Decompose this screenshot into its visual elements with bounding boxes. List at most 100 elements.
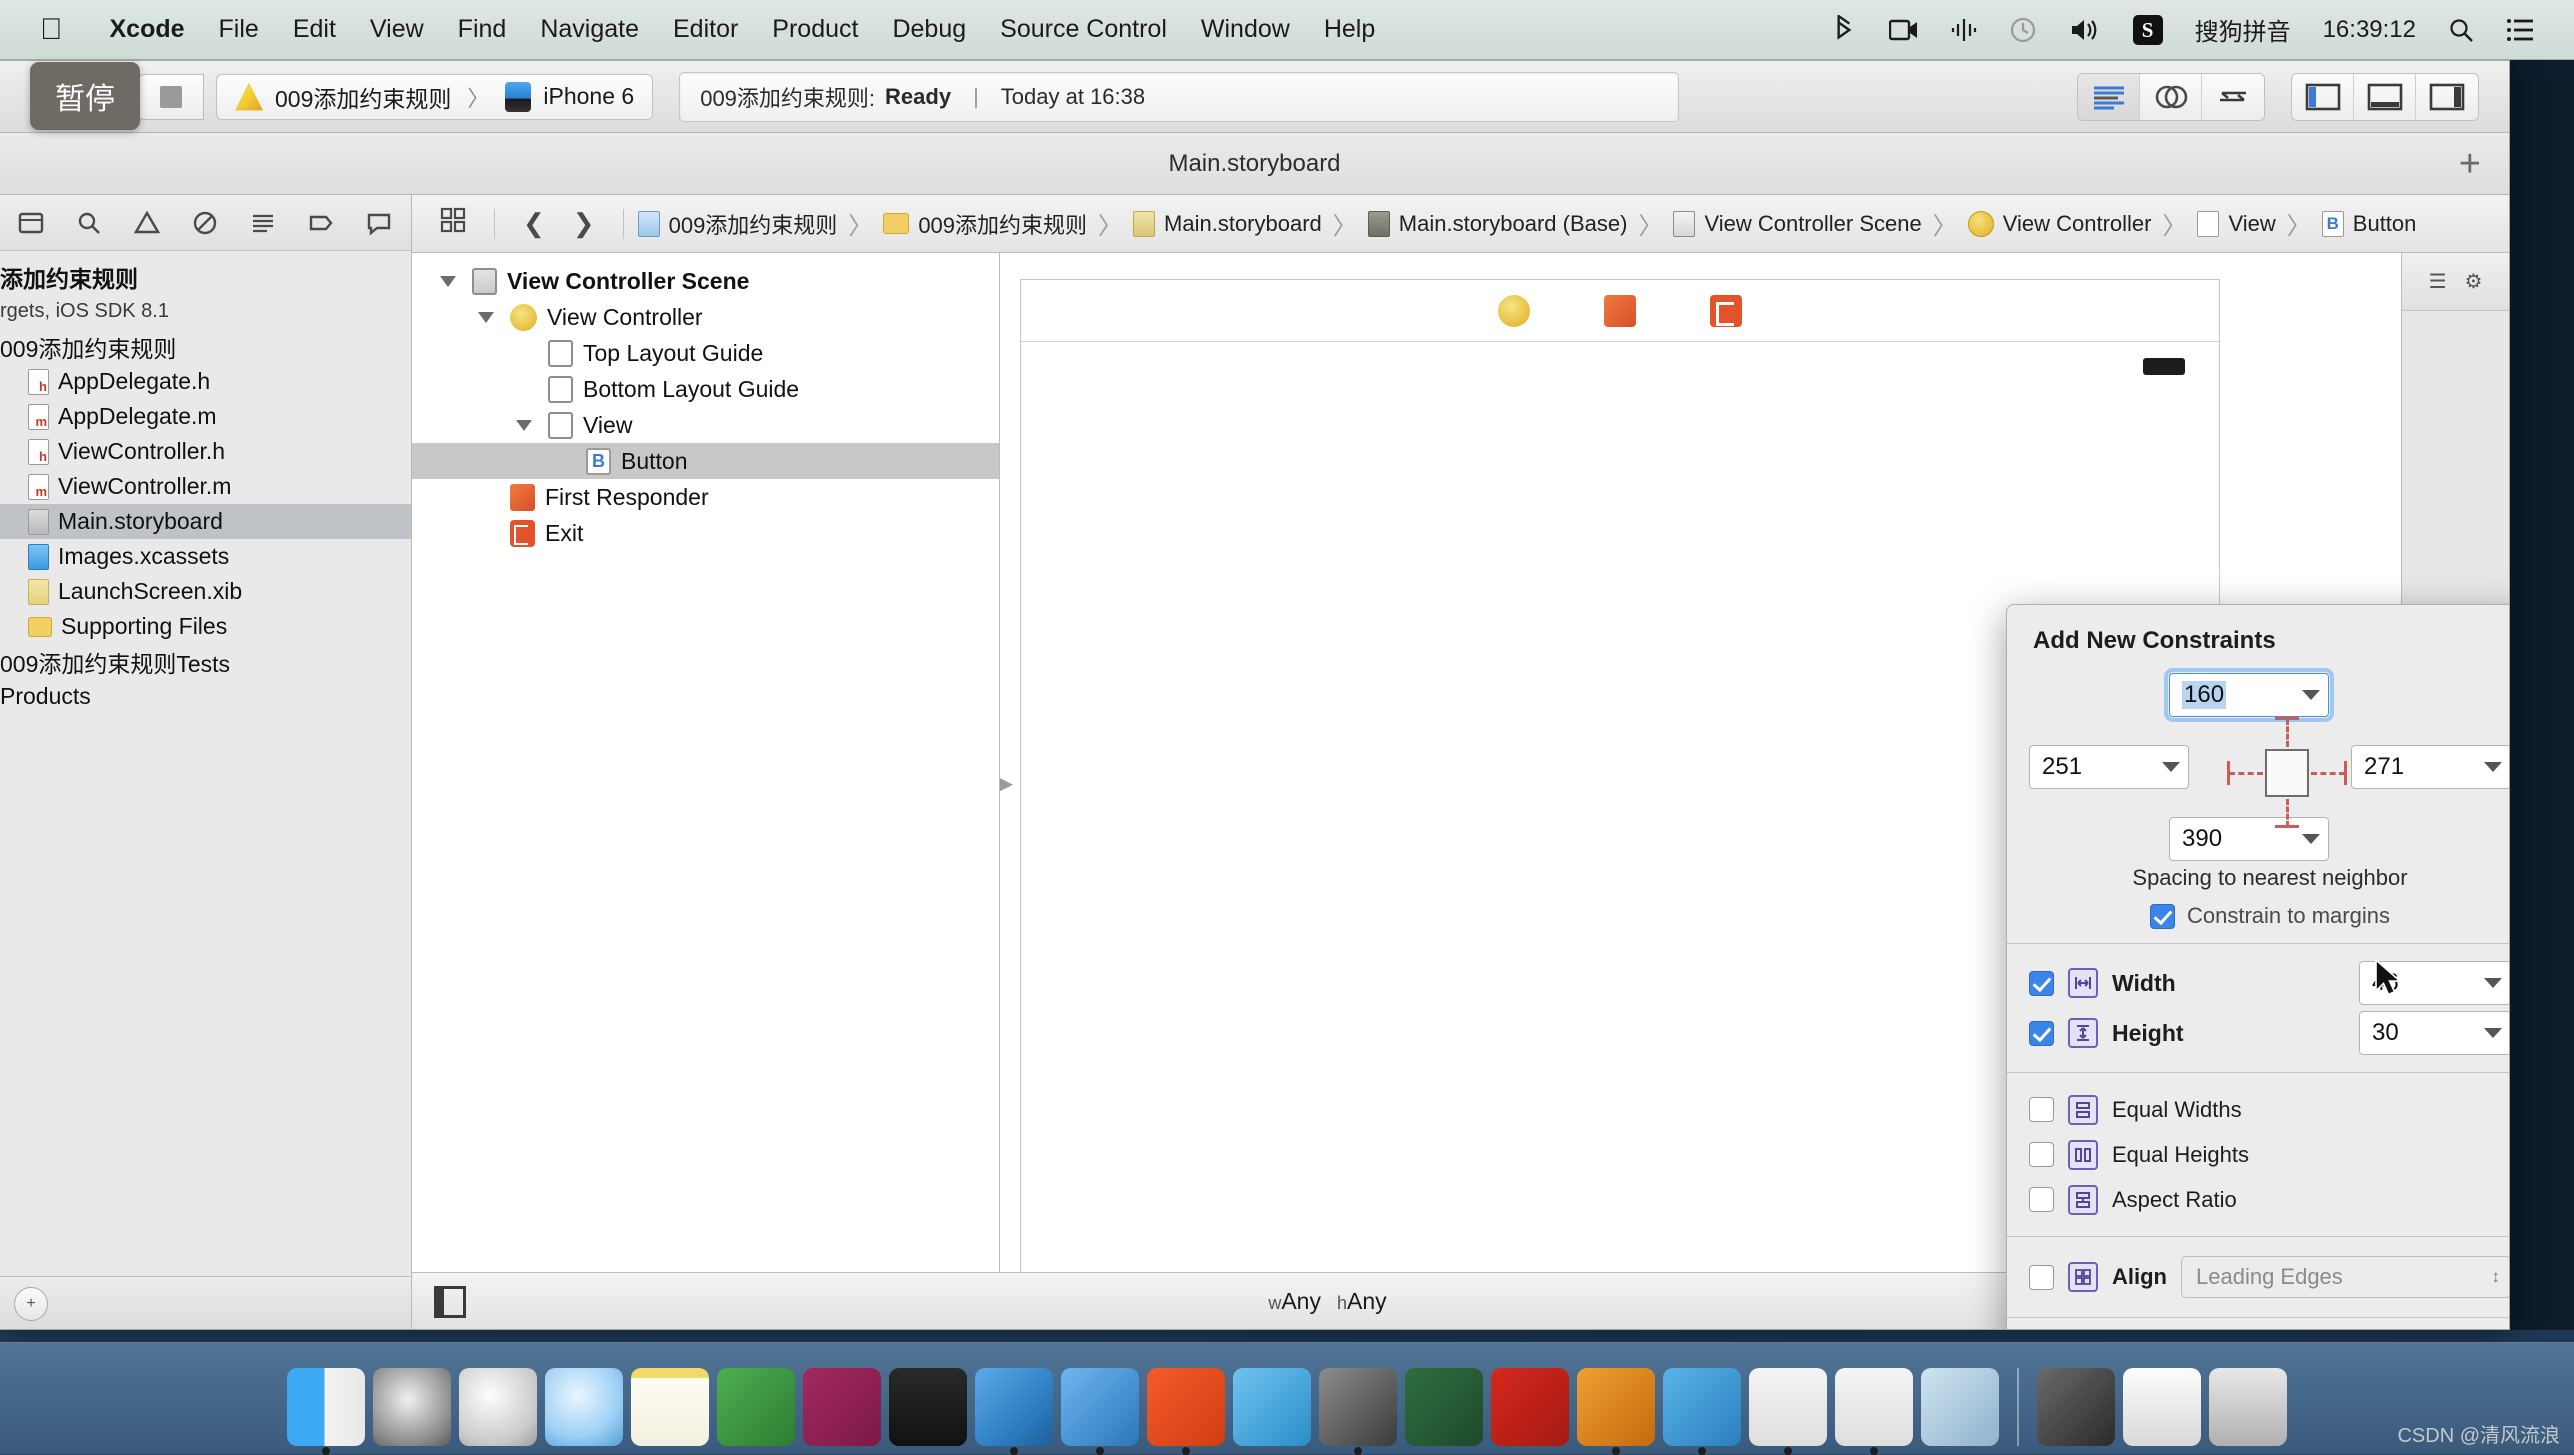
width-checkbox[interactable] [2029,971,2054,996]
report-navigator-icon[interactable] [350,195,408,251]
breadcrumb-item[interactable]: BButton [2322,211,2417,237]
view-controller-icon[interactable] [1498,295,1530,327]
outline-row[interactable]: View Controller [412,299,999,335]
navigator-item[interactable]: rgets, iOS SDK 8.1 [0,294,411,329]
dock-item[interactable] [1147,1368,1225,1446]
outline-disclosure-triangle[interactable] [440,276,462,287]
spacing-left-combo[interactable]: 251 [2029,745,2189,789]
menu-item-view[interactable]: View [353,15,441,44]
height-checkbox[interactable] [2029,1021,2054,1046]
toggle-outline-icon[interactable] [434,1286,466,1318]
menu-item-window[interactable]: Window [1184,15,1307,44]
time-machine-icon[interactable] [1993,16,2053,44]
dock-item[interactable] [1061,1368,1139,1446]
align-select[interactable]: Leading Edges ↕ [2181,1256,2510,1298]
chevron-down-icon[interactable] [2484,1028,2502,1038]
menu-item-navigate[interactable]: Navigate [523,15,656,44]
project-navigator-icon[interactable] [2,195,60,251]
strut-bottom[interactable] [2286,799,2289,827]
scheme-selector[interactable]: 009添加约束规则 〉 iPhone 6 [216,74,653,120]
dock-item[interactable] [717,1368,795,1446]
dock-item[interactable] [459,1368,537,1446]
chevron-down-icon[interactable] [2302,690,2320,700]
input-method-label[interactable]: 搜狗拼音 [2179,12,2307,47]
first-responder-icon[interactable] [1604,295,1636,327]
stop-button[interactable] [138,74,204,120]
breadcrumb-item[interactable]: 009添加约束规则 [638,208,838,240]
outline-disclosure-triangle[interactable] [516,420,538,431]
navigator-item[interactable]: ViewController.h [0,434,411,469]
breadcrumb-item[interactable]: Main.storyboard [1133,211,1322,237]
outline-row[interactable]: Bottom Layout Guide [412,371,999,407]
dock-item[interactable] [1749,1368,1827,1446]
outline-row[interactable]: First Responder [412,479,999,515]
spotlight-search-icon[interactable] [2432,17,2490,43]
menu-item-find[interactable]: Find [441,15,524,44]
quick-help-icon[interactable]: ⚙ [2465,269,2483,294]
related-items-icon[interactable] [426,207,480,240]
menu-item-debug[interactable]: Debug [875,15,983,44]
spacing-top-combo[interactable]: 160 [2169,673,2329,717]
constrain-to-margins-checkbox[interactable] [2150,904,2175,929]
menu-item-source-control[interactable]: Source Control [983,15,1184,44]
document-outline[interactable]: View Controller SceneView ControllerTop … [412,253,1000,1272]
assistant-editor-icon[interactable] [2140,74,2202,120]
menu-item-product[interactable]: Product [755,15,875,44]
breakpoint-navigator-icon[interactable] [292,195,350,251]
equal-heights-checkbox[interactable] [2029,1142,2054,1167]
navigator-item[interactable]: Supporting Files [0,609,411,644]
search-navigator-icon[interactable] [60,195,118,251]
equal-heights-row[interactable]: Equal Heights [2029,1132,2510,1177]
add-new-constraints-popover[interactable]: Add New Constraints 160 251 271 390 [2006,604,2510,1330]
mac-dock[interactable] [0,1342,2574,1454]
dock-item[interactable] [2209,1368,2287,1446]
breadcrumb-item[interactable]: View Controller [1968,211,2152,237]
dock-item[interactable] [2037,1368,2115,1446]
outline-row[interactable]: Exit [412,515,999,551]
navigator-item[interactable]: ViewController.m [0,469,411,504]
chevron-left-icon[interactable]: ❮ [509,208,559,239]
standard-editor-icon[interactable] [2078,74,2140,120]
outline-row[interactable]: View [412,407,999,443]
menu-item-xcode[interactable]: Xcode [93,15,202,44]
dock-item[interactable] [287,1368,365,1446]
outline-row[interactable]: Top Layout Guide [412,335,999,371]
dock-item[interactable] [373,1368,451,1446]
tab-main-storyboard[interactable]: Main.storyboard [1168,150,1340,178]
chevron-right-icon[interactable]: ❯ [559,208,609,239]
toggle-debug-area-icon[interactable] [2354,74,2416,120]
size-class-indicator[interactable]: wAny hAny [1268,1288,1386,1315]
file-inspector-icon[interactable]: ☰ [2429,269,2447,294]
navigator-item[interactable]: 添加约束规则 [0,259,411,294]
plus-icon[interactable]: + [2459,145,2481,183]
spacing-bottom-combo[interactable]: 390 [2169,817,2329,861]
outline-row[interactable]: View Controller Scene [412,263,999,299]
align-checkbox[interactable] [2029,1265,2054,1290]
outline-resize-grip-icon[interactable]: ▸ [1000,763,1013,801]
dock-item[interactable] [545,1368,623,1446]
menu-item-edit[interactable]: Edit [276,15,353,44]
navigator-item[interactable]: Images.xcassets [0,539,411,574]
width-constraint-row[interactable]: Width 46 [2029,958,2510,1008]
volume-icon[interactable] [2053,17,2117,43]
spacing-right-combo[interactable]: 271 [2351,745,2510,789]
height-value-combo[interactable]: 30 [2359,1011,2510,1055]
airplay-icon[interactable] [1935,17,1993,43]
breadcrumb-item[interactable]: View [2197,211,2275,237]
menu-item-file[interactable]: File [202,15,276,44]
exit-icon[interactable] [1710,295,1742,327]
breadcrumb-item[interactable]: 009添加约束规则 [883,208,1087,240]
navigator-item[interactable]: LaunchScreen.xib [0,574,411,609]
dock-item[interactable] [1491,1368,1569,1446]
apple-logo-icon[interactable]:  [40,15,63,45]
constrain-to-margins-row[interactable]: Constrain to margins [2029,903,2510,929]
outline-disclosure-triangle[interactable] [478,312,500,323]
strut-left[interactable] [2229,772,2263,775]
breadcrumb-item[interactable]: Main.storyboard (Base) [1368,211,1628,237]
dock-item[interactable] [1319,1368,1397,1446]
chevron-down-icon[interactable] [2162,762,2180,772]
dock-item[interactable] [975,1368,1053,1446]
menu-item-help[interactable]: Help [1307,15,1392,44]
breadcrumb-item[interactable]: View Controller Scene [1673,211,1921,237]
navigator-item[interactable]: Products [0,679,411,714]
